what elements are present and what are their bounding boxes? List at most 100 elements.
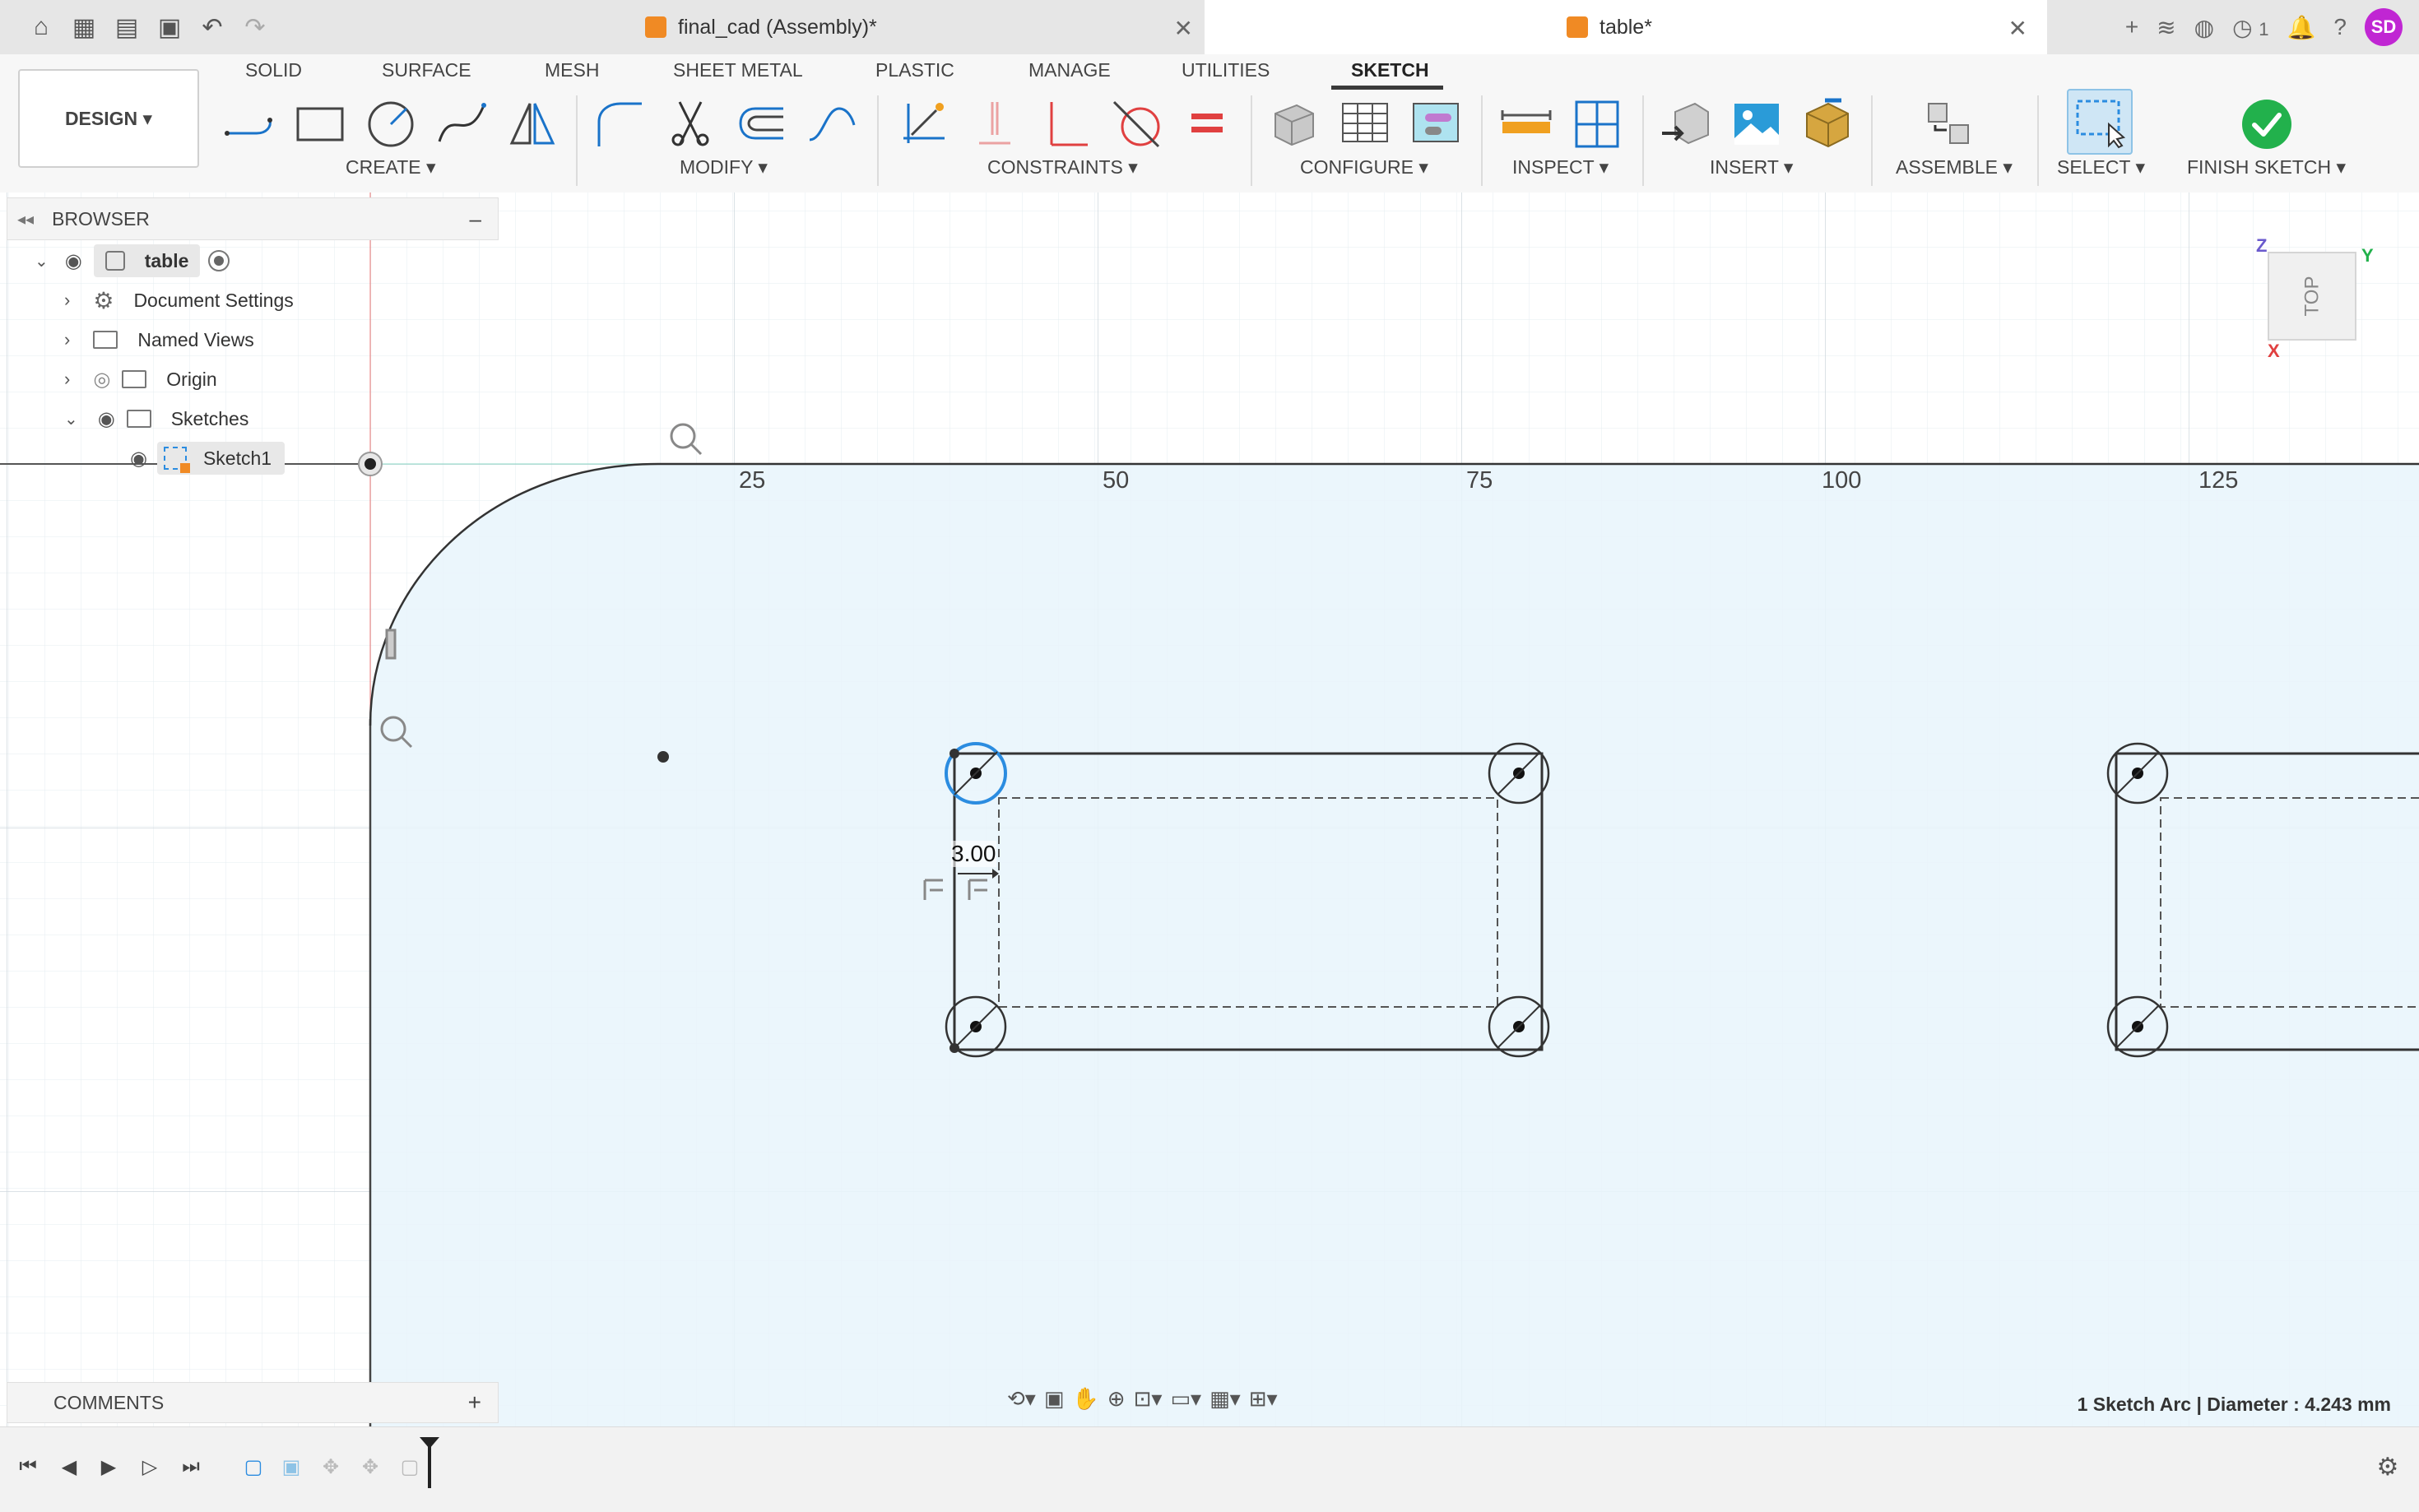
home-icon[interactable]: ⌂: [25, 11, 58, 44]
equal-constraint-icon[interactable]: [1180, 97, 1234, 151]
tab-mesh[interactable]: MESH: [545, 59, 599, 81]
eye-icon[interactable]: ◉: [98, 407, 115, 431]
measure-icon[interactable]: [1499, 97, 1553, 151]
browser-item-origin[interactable]: › ◎ Origin: [64, 360, 217, 398]
pan-icon[interactable]: ✋: [1072, 1386, 1098, 1412]
select-menu[interactable]: SELECT ▾: [2057, 156, 2145, 179]
avatar[interactable]: SD: [2365, 8, 2403, 46]
finish-sketch-menu[interactable]: FINISH SKETCH ▾: [2187, 156, 2346, 179]
spline-tool-icon[interactable]: [434, 97, 489, 151]
configure-theme-icon[interactable]: [1409, 97, 1463, 151]
timeline-extrude-icon[interactable]: ▣: [276, 1452, 306, 1482]
new-tab-icon[interactable]: +: [2125, 14, 2138, 40]
zoom-icon[interactable]: ⊕: [1107, 1386, 1126, 1412]
eye-icon[interactable]: ◉: [130, 447, 147, 471]
step-forward-icon[interactable]: ▷: [135, 1452, 165, 1482]
tab-sketch[interactable]: SKETCH: [1351, 59, 1429, 81]
play-icon[interactable]: ▶: [94, 1452, 123, 1482]
tab-final-cad[interactable]: final_cad (Assembly)* ✕: [625, 0, 1201, 54]
file-menu-icon[interactable]: ▤: [110, 11, 143, 44]
extend-tool-icon[interactable]: [805, 97, 859, 151]
step-back-icon[interactable]: ◀: [54, 1452, 84, 1482]
chevron-right-icon[interactable]: ›: [64, 290, 70, 311]
view-cube[interactable]: TOP: [2268, 252, 2356, 341]
parameters-icon[interactable]: [1267, 97, 1321, 151]
tab-solid[interactable]: SOLID: [245, 59, 302, 81]
section-analysis-icon[interactable]: [1570, 97, 1624, 151]
timeline-sketch-icon[interactable]: ▢: [395, 1452, 425, 1482]
undo-icon[interactable]: ↶: [196, 11, 229, 44]
activate-radio-icon[interactable]: [208, 250, 230, 271]
tab-surface[interactable]: SURFACE: [382, 59, 471, 81]
go-to-end-icon[interactable]: ⏭: [176, 1452, 206, 1482]
constraints-menu[interactable]: CONSTRAINTS ▾: [987, 156, 1138, 179]
insert-derive-icon[interactable]: [1659, 97, 1713, 151]
browser-item-named-views[interactable]: › Named Views: [64, 321, 254, 359]
eye-hidden-icon[interactable]: ◎: [93, 368, 110, 392]
collapse-panel-icon[interactable]: ◂◂: [17, 209, 34, 230]
configure-menu[interactable]: CONFIGURE ▾: [1300, 156, 1428, 179]
mirror-tool-icon[interactable]: [505, 97, 559, 151]
job-status-icon[interactable]: ◷ 1: [2232, 14, 2268, 41]
chevron-right-icon[interactable]: ›: [64, 329, 70, 350]
help-icon[interactable]: ?: [2333, 14, 2347, 40]
tangent-constraint-icon[interactable]: [1109, 97, 1163, 151]
notifications-icon[interactable]: 🔔: [2287, 14, 2316, 41]
orbit-icon[interactable]: ⟲▾: [1007, 1386, 1036, 1412]
online-status-icon[interactable]: ◍: [2194, 14, 2214, 41]
assemble-joint-icon[interactable]: [1922, 97, 1976, 151]
dimension-label[interactable]: 3.00: [951, 841, 996, 867]
add-comment-icon[interactable]: +: [468, 1389, 481, 1416]
insert-menu[interactable]: INSERT ▾: [1710, 156, 1793, 179]
line-tool-icon[interactable]: [222, 97, 276, 151]
assemble-menu[interactable]: ASSEMBLE ▾: [1896, 156, 2013, 179]
select-tool-icon[interactable]: [2067, 89, 2133, 155]
offset-tool-icon[interactable]: [734, 97, 788, 151]
fillet-tool-icon[interactable]: [592, 97, 647, 151]
tab-table[interactable]: table* ✕: [1205, 0, 2047, 54]
inspect-menu[interactable]: INSPECT ▾: [1512, 156, 1609, 179]
redo-icon[interactable]: ↷: [239, 11, 272, 44]
trim-tool-icon[interactable]: [663, 97, 717, 151]
chevron-down-icon[interactable]: ⌄: [35, 251, 49, 271]
timeline-move-icon[interactable]: ✥: [355, 1452, 385, 1482]
modify-menu[interactable]: MODIFY ▾: [680, 156, 768, 179]
look-at-icon[interactable]: ▣: [1044, 1386, 1065, 1412]
tab-sheet-metal[interactable]: SHEET METAL: [673, 59, 803, 81]
fit-icon[interactable]: ⊡▾: [1134, 1386, 1163, 1412]
perpendicular-constraint-icon[interactable]: [1038, 97, 1093, 151]
create-menu[interactable]: CREATE ▾: [346, 156, 436, 179]
close-tab-icon[interactable]: ✕: [2008, 15, 2027, 42]
tab-plastic[interactable]: PLASTIC: [875, 59, 954, 81]
minimize-icon[interactable]: –: [470, 206, 481, 232]
sketch-profile[interactable]: [370, 464, 2419, 1426]
timeline-settings-gear-icon[interactable]: ⚙: [2373, 1452, 2403, 1482]
comments-panel[interactable]: COMMENTS +: [7, 1382, 499, 1423]
save-icon[interactable]: ▣: [153, 11, 186, 44]
circle-tool-icon[interactable]: [364, 97, 418, 151]
coincident-constraint-icon[interactable]: [968, 97, 1022, 151]
insert-mesh-icon[interactable]: [1800, 97, 1855, 151]
auto-constrain-icon[interactable]: [897, 97, 951, 151]
browser-item-sketches[interactable]: ⌄ ◉ Sketches: [64, 400, 248, 438]
browser-root-row[interactable]: ⌄ ◉ table: [35, 242, 230, 280]
eye-icon[interactable]: ◉: [65, 249, 82, 273]
grid-settings-icon[interactable]: ▦▾: [1210, 1386, 1241, 1412]
browser-item-document-settings[interactable]: › ⚙ Document Settings: [64, 281, 294, 319]
chevron-down-icon[interactable]: ⌄: [64, 409, 78, 429]
tab-manage[interactable]: MANAGE: [1028, 59, 1111, 81]
close-tab-icon[interactable]: ✕: [1174, 15, 1193, 42]
timeline-move-icon[interactable]: ✥: [316, 1452, 346, 1482]
browser-item-sketch1[interactable]: ◉ Sketch1: [130, 439, 286, 477]
tab-utilities[interactable]: UTILITIES: [1182, 59, 1270, 81]
display-settings-icon[interactable]: ▭▾: [1170, 1386, 1201, 1412]
chevron-right-icon[interactable]: ›: [64, 369, 70, 390]
insert-canvas-icon[interactable]: [1730, 97, 1784, 151]
go-to-start-icon[interactable]: ⏮: [13, 1452, 43, 1482]
data-panel-icon[interactable]: ≋: [2157, 14, 2175, 41]
rectangle-tool-icon[interactable]: [293, 97, 347, 151]
workspace-switcher-button[interactable]: DESIGN ▾: [18, 69, 199, 168]
timeline-sketch-icon[interactable]: ▢: [239, 1452, 268, 1482]
finish-sketch-icon[interactable]: [2240, 97, 2294, 151]
apps-grid-icon[interactable]: ▦: [67, 11, 100, 44]
